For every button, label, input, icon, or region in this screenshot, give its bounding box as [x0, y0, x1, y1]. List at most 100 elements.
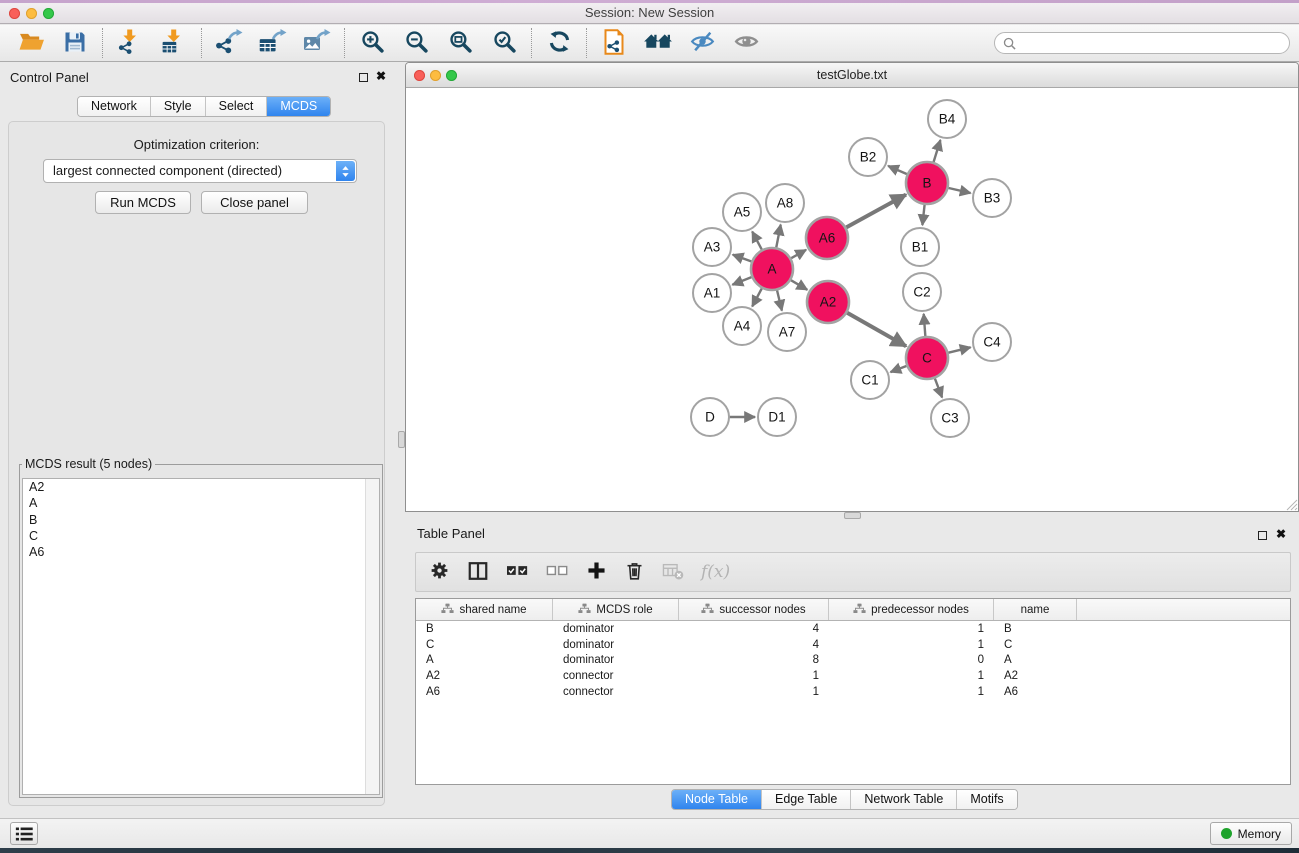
graph-node-C1[interactable]: C1: [851, 361, 889, 399]
refresh-button[interactable]: [539, 28, 579, 58]
graph-node-A3[interactable]: A3: [693, 228, 731, 266]
search-input[interactable]: [1022, 35, 1281, 51]
graph-node-A1[interactable]: A1: [693, 274, 731, 312]
tab-edge-table[interactable]: Edge Table: [761, 790, 850, 809]
column-header-name[interactable]: name: [994, 599, 1077, 620]
save-session-button[interactable]: [55, 28, 95, 58]
network-canvas[interactable]: B4B2BB3A8A5A6B1A3AC2A1A2A4A7C4CC1C3DD1: [406, 88, 1298, 511]
scrollbar[interactable]: [365, 479, 379, 794]
float-panel-icon[interactable]: [359, 73, 368, 82]
float-table-panel-icon[interactable]: [1258, 531, 1267, 540]
graph-edge-A-A8[interactable]: [776, 225, 781, 250]
graph-node-B[interactable]: B: [906, 162, 948, 204]
graph-edge-A2-C[interactable]: [845, 312, 906, 346]
table-row[interactable]: A2connector11A2: [416, 668, 1290, 684]
table-row[interactable]: Bdominator41B: [416, 621, 1290, 637]
graph-node-A5[interactable]: A5: [723, 193, 761, 231]
tab-mcds[interactable]: MCDS: [266, 97, 330, 116]
graph-node-C[interactable]: C: [906, 337, 948, 379]
graph-edge-A-A1[interactable]: [732, 276, 753, 284]
mcds-result-item[interactable]: A: [23, 495, 379, 511]
graph-edge-A-A3[interactable]: [733, 255, 754, 263]
close-panel-button[interactable]: Close panel: [201, 191, 308, 214]
close-panel-icon[interactable]: ✖: [376, 69, 386, 83]
first-neighbors-button[interactable]: [638, 28, 678, 58]
vertical-splitter-handle[interactable]: [398, 431, 405, 448]
graph-edge-A-A5[interactable]: [752, 232, 763, 252]
minimize-window-button[interactable]: [26, 8, 37, 19]
tab-network-table[interactable]: Network Table: [850, 790, 956, 809]
zoom-in-button[interactable]: [352, 28, 392, 58]
graph-node-C2[interactable]: C2: [903, 273, 941, 311]
graph-edge-B-B2[interactable]: [888, 166, 909, 175]
network-minimize-button[interactable]: [430, 70, 441, 81]
graph-node-C4[interactable]: C4: [973, 323, 1011, 361]
memory-button[interactable]: Memory: [1210, 822, 1292, 845]
graph-edge-A-A4[interactable]: [752, 287, 763, 307]
export-table-button[interactable]: [253, 28, 293, 58]
mcds-result-item[interactable]: A2: [23, 479, 379, 495]
run-mcds-button[interactable]: Run MCDS: [95, 191, 191, 214]
graph-edge-C-C4[interactable]: [946, 347, 970, 353]
horizontal-splitter-handle[interactable]: [844, 512, 861, 519]
network-close-button[interactable]: [414, 70, 425, 81]
criterion-select[interactable]: largest connected component (directed): [43, 159, 357, 183]
tab-motifs[interactable]: Motifs: [956, 790, 1016, 809]
mcds-result-item[interactable]: A6: [23, 544, 379, 560]
graph-node-A[interactable]: A: [751, 248, 793, 290]
graph-edge-B-B1[interactable]: [922, 203, 924, 225]
graph-node-C3[interactable]: C3: [931, 399, 969, 437]
tab-node-table[interactable]: Node Table: [672, 790, 761, 809]
column-header-successor-nodes[interactable]: successor nodes: [679, 599, 829, 620]
graph-node-D1[interactable]: D1: [758, 398, 796, 436]
graph-edge-B-B4[interactable]: [933, 140, 940, 164]
select-all-button[interactable]: [506, 560, 529, 584]
graph-edge-A-A6[interactable]: [789, 250, 806, 259]
import-table-button[interactable]: [154, 28, 194, 58]
graph-edge-A-A2[interactable]: [789, 279, 807, 290]
import-network-button[interactable]: [110, 28, 150, 58]
export-network-button[interactable]: [209, 28, 249, 58]
graph-edge-C-C1[interactable]: [891, 365, 909, 372]
zoom-selected-button[interactable]: [484, 28, 524, 58]
graph-node-B2[interactable]: B2: [849, 138, 887, 176]
column-header-predecessor-nodes[interactable]: predecessor nodes: [829, 599, 994, 620]
table-row[interactable]: A6connector11A6: [416, 684, 1290, 700]
graph-node-B4[interactable]: B4: [928, 100, 966, 138]
graph-node-A2[interactable]: A2: [807, 281, 849, 323]
export-image-button[interactable]: [297, 28, 337, 58]
add-row-button[interactable]: [586, 560, 607, 584]
graph-node-D[interactable]: D: [691, 398, 729, 436]
mcds-result-item[interactable]: C: [23, 528, 379, 544]
graph-node-A8[interactable]: A8: [766, 184, 804, 222]
table-row[interactable]: Adominator80A: [416, 653, 1290, 669]
close-table-panel-icon[interactable]: ✖: [1276, 527, 1286, 541]
show-all-button[interactable]: [726, 28, 766, 58]
delete-row-button[interactable]: [624, 560, 645, 584]
tab-style[interactable]: Style: [150, 97, 205, 116]
close-window-button[interactable]: [9, 8, 20, 19]
column-header-MCDS-role[interactable]: MCDS role: [553, 599, 679, 620]
zoom-window-button[interactable]: [43, 8, 54, 19]
graph-node-A7[interactable]: A7: [768, 313, 806, 351]
graph-edge-B-B3[interactable]: [947, 188, 971, 194]
tab-network[interactable]: Network: [78, 97, 150, 116]
zoom-out-button[interactable]: [396, 28, 436, 58]
create-column-button[interactable]: [467, 560, 489, 585]
new-network-from-selection-button[interactable]: [594, 28, 634, 58]
zoom-fit-button[interactable]: [440, 28, 480, 58]
table-row[interactable]: Cdominator41C: [416, 637, 1290, 653]
column-header-shared-name[interactable]: shared name: [416, 599, 553, 620]
graph-node-B3[interactable]: B3: [973, 179, 1011, 217]
deselect-all-button[interactable]: [546, 560, 569, 584]
table-settings-button[interactable]: [429, 560, 450, 584]
tab-select[interactable]: Select: [205, 97, 267, 116]
hide-selected-button[interactable]: [682, 28, 722, 58]
open-file-button[interactable]: [11, 28, 51, 58]
graph-edge-C-C2[interactable]: [924, 314, 926, 338]
graph-edge-C-C3[interactable]: [934, 377, 942, 398]
mcds-result-item[interactable]: B: [23, 512, 379, 528]
resize-grip[interactable]: [1284, 497, 1298, 511]
graph-node-A4[interactable]: A4: [723, 307, 761, 345]
graph-edge-A-A7[interactable]: [777, 289, 782, 311]
